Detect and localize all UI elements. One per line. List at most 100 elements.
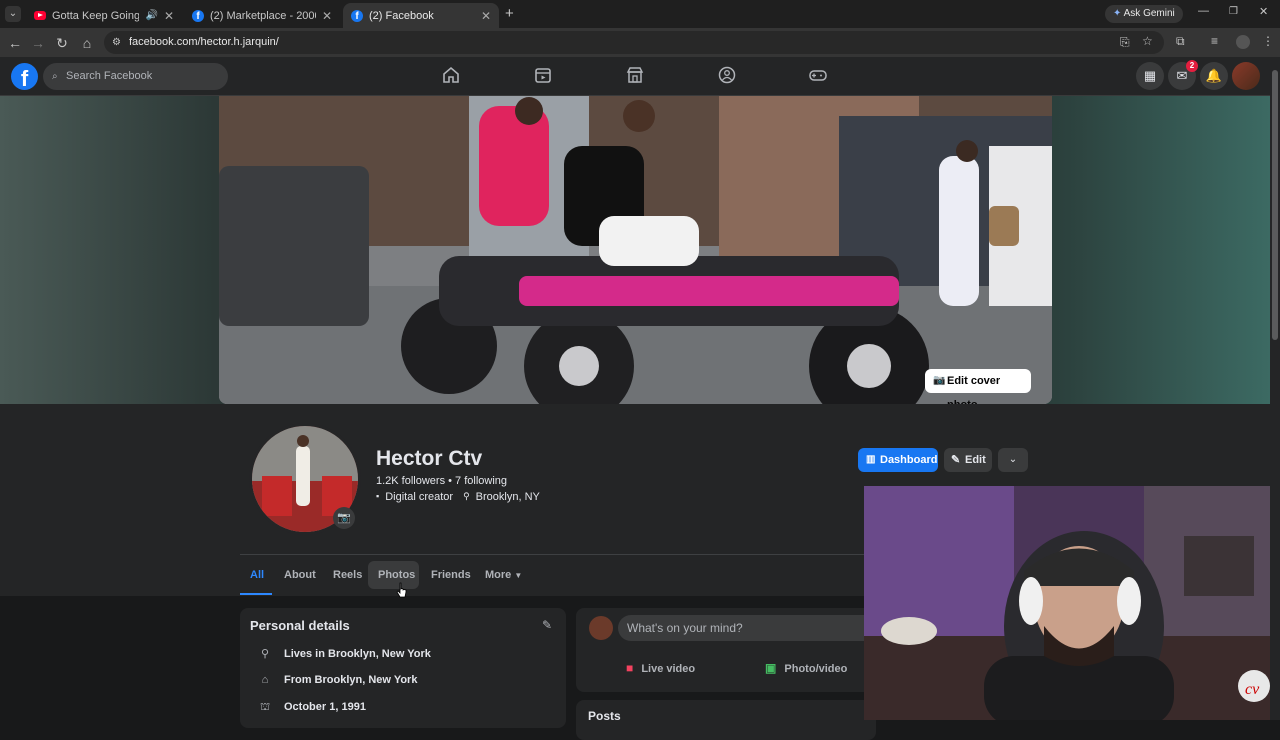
close-tab-icon[interactable]: ✕ — [481, 9, 491, 23]
account-avatar[interactable] — [1232, 62, 1260, 90]
marketplace-icon[interactable] — [625, 65, 645, 85]
notifications-bell-icon[interactable]: 🔔 — [1200, 62, 1228, 90]
restore-icon[interactable]: ❐ — [1229, 6, 1238, 17]
briefcase-icon: ▪ — [376, 491, 380, 501]
facebook-icon: f — [192, 9, 204, 22]
edit-profile-button[interactable]: ✎ Edit — [944, 448, 992, 472]
cover-image — [219, 96, 1052, 404]
gaming-icon[interactable] — [808, 65, 828, 85]
posts-card — [576, 700, 876, 740]
webcam-overlay: cv — [864, 486, 1280, 720]
profile-location: Brooklyn, NY — [475, 491, 540, 503]
webcam-feed-image: cv — [864, 486, 1280, 720]
update-profile-picture-camera-icon[interactable]: 📷 — [333, 507, 355, 529]
tab-all[interactable]: All — [250, 569, 264, 581]
active-tab-indicator — [240, 593, 272, 595]
tab-more[interactable]: More ▼ — [485, 569, 522, 581]
detail-row: ⌂ From Brooklyn, New York — [256, 674, 418, 686]
location-pin-icon: ⚲ — [260, 648, 270, 660]
profile-avatar[interactable] — [1236, 35, 1250, 49]
ask-gemini-button[interactable]: ✦ Ask Gemini — [1105, 5, 1183, 23]
svg-text:cv: cv — [1245, 681, 1260, 698]
back-icon[interactable]: ← — [5, 33, 25, 53]
reload-icon[interactable]: ↻ — [52, 33, 72, 53]
detail-text: From Brooklyn, New York — [284, 674, 418, 686]
detail-text: Lives in Brooklyn, New York — [284, 648, 431, 660]
forward-icon[interactable]: → — [28, 33, 48, 53]
site-info-icon[interactable]: ⚙ — [112, 31, 121, 54]
location-pin-icon: ⚲ — [463, 491, 470, 501]
tab-facebook[interactable]: f (2) Facebook ✕ — [343, 3, 499, 28]
live-video-icon: ■ — [626, 661, 634, 675]
cover-photo — [219, 96, 1052, 404]
gemini-icon: ✦ — [1113, 8, 1122, 19]
edit-cover-photo-button[interactable]: 📷 Edit cover photo — [925, 369, 1031, 411]
tab-youtube[interactable]: Gotta Keep Going! - YouTube 🔊 ✕ — [26, 3, 182, 28]
edit-details-pencil-icon[interactable]: ✎ — [542, 618, 552, 632]
address-bar[interactable]: ⚙ facebook.com/hector.h.jarquin/ — [104, 31, 1164, 54]
caret-down-icon: ▼ — [514, 571, 523, 580]
pencil-icon: ✎ — [951, 454, 961, 466]
profile-more-dropdown[interactable]: ⌄ — [998, 448, 1028, 472]
profile-name: Hector Ctv — [376, 447, 483, 470]
close-tab-icon[interactable]: ✕ — [164, 9, 174, 23]
menu-kebab-icon[interactable]: ⋮ — [1262, 34, 1274, 48]
media-control-icon[interactable]: ≡ — [1211, 34, 1218, 48]
facebook-header: f ⌕ Search Facebook ▦ ✉ 🔔 — [0, 57, 1270, 96]
home-button-icon[interactable]: ⌂ — [77, 33, 97, 53]
tab-search-dropdown[interactable]: ⌄ — [5, 6, 21, 22]
edit-label: Edit — [965, 454, 986, 466]
profile-meta: ▪ Digital creator ⚲ Brooklyn, NY — [376, 491, 540, 503]
composer-avatar[interactable] — [589, 616, 613, 640]
personal-details-title: Personal details — [250, 618, 350, 633]
speaker-icon[interactable]: 🔊 — [145, 10, 157, 21]
live-video-label: Live video — [641, 663, 696, 675]
tab-photos[interactable]: Photos — [378, 569, 415, 581]
messenger-badge: 2 — [1186, 60, 1198, 72]
video-icon[interactable] — [533, 65, 553, 85]
search-placeholder: Search Facebook — [66, 70, 153, 82]
ask-gemini-label: Ask Gemini — [1123, 8, 1175, 19]
tab-title: (2) Facebook — [369, 9, 434, 22]
extensions-icon[interactable]: ⧉ — [1176, 34, 1185, 49]
home-icon[interactable] — [441, 65, 461, 85]
live-video-button[interactable]: ■ Live video — [626, 661, 695, 675]
home-icon: ⌂ — [261, 674, 269, 686]
tab-more-label: More — [485, 569, 512, 581]
birthday-cake-icon: ⛫ — [259, 701, 271, 713]
follower-stats[interactable]: 1.2K followers • 7 following — [376, 475, 507, 487]
dashboard-label: Dashboard — [880, 454, 938, 466]
close-tab-icon[interactable]: ✕ — [322, 9, 332, 23]
camera-icon: 📷 — [933, 375, 946, 386]
dashboard-icon: ▥ — [866, 454, 876, 465]
mouse-pointer-icon — [396, 582, 407, 598]
tab-reels[interactable]: Reels — [333, 569, 362, 581]
whats-on-your-mind-input[interactable]: What's on your mind? — [618, 615, 878, 641]
youtube-icon — [34, 11, 46, 20]
profile-category: Digital creator — [385, 491, 454, 503]
browser-tab-bar: ⌄ Gotta Keep Going! - YouTube 🔊 ✕ f (2) … — [0, 0, 1280, 28]
posts-title: Posts — [588, 709, 621, 723]
tab-title: Gotta Keep Going! - YouTube — [52, 9, 140, 22]
photo-video-button[interactable]: ▣ Photo/video — [765, 661, 847, 675]
browser-toolbar: ← → ↻ ⌂ ⚙ facebook.com/hector.h.jarquin/… — [0, 28, 1280, 57]
groups-icon[interactable] — [717, 65, 737, 85]
facebook-logo-icon[interactable]: f — [11, 63, 38, 91]
new-tab-button[interactable]: + — [505, 5, 514, 22]
detail-text: October 1, 1991 — [284, 701, 366, 713]
install-app-icon[interactable]: ⎘ — [1120, 35, 1130, 50]
tab-marketplace[interactable]: f (2) Marketplace - 2000 Honda ✕ — [184, 3, 340, 28]
detail-row: ⛫ October 1, 1991 — [256, 701, 366, 715]
photo-video-icon: ▣ — [765, 661, 777, 675]
search-input[interactable]: ⌕ Search Facebook — [43, 63, 228, 90]
dashboard-button[interactable]: ▥ Dashboard — [858, 448, 938, 472]
url-text: facebook.com/hector.h.jarquin/ — [129, 36, 279, 48]
close-window-icon[interactable]: ✕ — [1259, 5, 1268, 18]
tab-about[interactable]: About — [284, 569, 316, 581]
photo-video-label: Photo/video — [784, 663, 848, 675]
tab-friends[interactable]: Friends — [431, 569, 471, 581]
minimize-icon[interactable]: — — [1198, 5, 1209, 17]
menu-grid-icon[interactable]: ▦ — [1136, 62, 1164, 90]
bookmark-star-icon[interactable]: ☆ — [1142, 34, 1153, 48]
scrollbar-thumb[interactable] — [1272, 70, 1278, 340]
